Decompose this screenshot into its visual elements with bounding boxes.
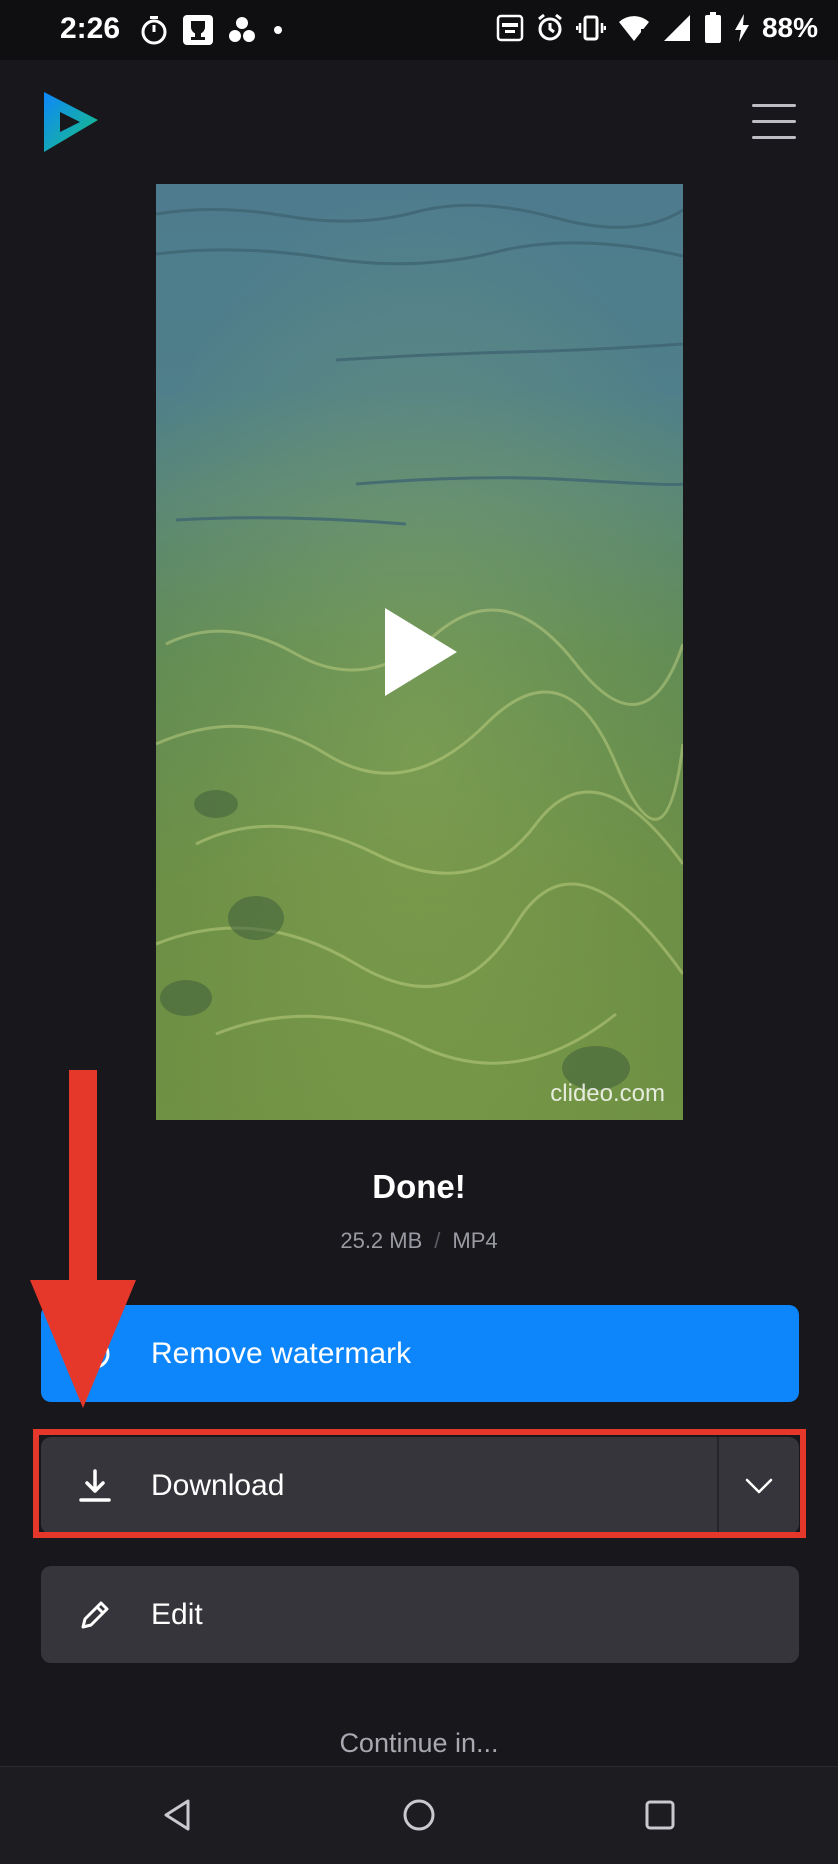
charging-icon (734, 14, 749, 42)
file-format: MP4 (452, 1228, 498, 1253)
remove-watermark-icon (77, 1336, 113, 1372)
status-time: 2:26 (60, 12, 121, 45)
download-options-dropdown[interactable] (717, 1437, 799, 1534)
remove-watermark-button[interactable]: Remove watermark (41, 1305, 799, 1402)
dot-icon (274, 26, 282, 34)
remove-watermark-label: Remove watermark (151, 1336, 412, 1370)
clideo-watermark: clideo.com (550, 1080, 665, 1107)
continue-in-link[interactable]: Continue in... (0, 1728, 838, 1759)
clideo-logo[interactable] (40, 90, 100, 154)
alarm-icon (538, 13, 562, 41)
done-title: Done! (372, 1168, 466, 1205)
trophy-icon (183, 15, 213, 45)
download-icon (77, 1468, 113, 1504)
chevron-down-icon (745, 1478, 773, 1493)
battery-percent: 88% (761, 12, 818, 43)
pencil-icon (77, 1597, 113, 1633)
vibrate-icon (575, 15, 606, 41)
recents-icon[interactable] (640, 1795, 680, 1835)
hamburger-menu-icon[interactable] (752, 104, 796, 140)
wifi-icon (618, 16, 649, 41)
dots-icon (229, 17, 255, 42)
timer-icon (141, 16, 167, 45)
signal-icon (663, 15, 690, 41)
edit-button[interactable]: Edit (41, 1566, 799, 1663)
battery-icon (704, 12, 721, 43)
video-preview[interactable]: clideo.com (156, 184, 683, 1120)
auto-icon (496, 14, 524, 42)
status-icons-right: 88% (496, 12, 818, 44)
home-icon[interactable] (399, 1795, 439, 1835)
download-button-group: Download (41, 1437, 799, 1534)
play-icon[interactable] (381, 604, 461, 700)
download-label: Download (151, 1468, 285, 1502)
status-bar: 2:26 88% (0, 0, 838, 60)
status-icons-left (140, 14, 286, 46)
back-icon[interactable] (158, 1795, 198, 1835)
file-meta: 25.2 MB / MP4 (0, 1228, 838, 1254)
edit-label: Edit (151, 1597, 203, 1631)
file-size: 25.2 MB (340, 1228, 423, 1253)
android-nav-bar (0, 1766, 838, 1864)
download-button[interactable]: Download (41, 1437, 717, 1534)
meta-separator: / (434, 1228, 441, 1253)
